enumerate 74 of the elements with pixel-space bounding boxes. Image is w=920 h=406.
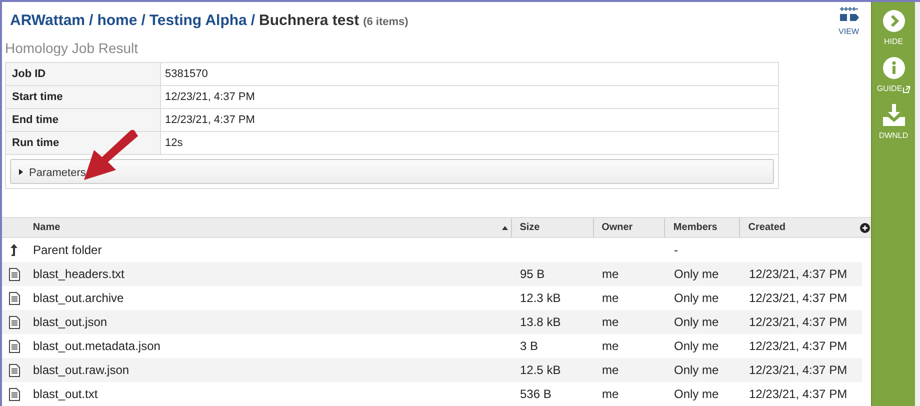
document-icon: [8, 340, 20, 352]
table-cell: 536 B: [520, 387, 552, 401]
table-cell: me: [602, 339, 619, 353]
breadcrumb-link[interactable]: home: [97, 10, 138, 32]
document-icon: [8, 388, 20, 400]
column-header[interactable]: Owner: [592, 218, 664, 237]
file-row[interactable]: blast_headers.txt 95 B me Only me 12/23/21, 4:37 PM: [2, 262, 862, 286]
table-cell: me: [602, 363, 619, 377]
document-icon: [8, 292, 20, 304]
table-cell: 13.8 kB: [520, 315, 561, 329]
column-header[interactable]: Size: [510, 218, 593, 237]
table-cell: me: [602, 315, 619, 329]
table-cell: Parent folder: [33, 243, 102, 257]
table-cell: 12/23/21, 4:37 PM: [749, 363, 848, 377]
view-toggle-icon: [838, 6, 859, 22]
job-label-cell: Job ID: [6, 63, 161, 85]
job-value-cell-text: 5381570: [164, 66, 209, 82]
info-icon: [882, 57, 904, 79]
table-cell: -: [674, 243, 678, 257]
table-cell: Only me: [674, 387, 719, 401]
table-cell: 3 B: [520, 339, 538, 353]
table-cell: blast_out.metadata.json: [33, 339, 160, 353]
section-title: Homology Job Result: [4, 39, 140, 58]
job-label-cell: Run time: [6, 132, 161, 154]
breadcrumb-current: Buchnera test: [259, 11, 360, 31]
breadcrumb-separator: /: [250, 11, 256, 31]
view-button[interactable]: VIEW: [838, 6, 859, 38]
table-cell: blast_out.archive: [33, 291, 124, 305]
add-column-icon[interactable]: [860, 222, 870, 232]
document-icon: [8, 364, 20, 376]
parameters-toggle[interactable]: Parameters: [10, 159, 774, 184]
table-cell: 12/23/21, 4:37 PM: [749, 291, 848, 305]
table-cell: blast_out.json: [33, 315, 108, 329]
job-label-cell: End time: [6, 109, 161, 131]
table-cell: Only me: [674, 363, 719, 377]
external-link-icon: [903, 86, 910, 92]
table-cell: 12/23/21, 4:37 PM: [749, 387, 848, 401]
table-cell: blast_headers.txt: [33, 267, 124, 281]
table-cell: blast_out.raw.json: [33, 363, 130, 377]
table-cell: me: [602, 291, 619, 305]
breadcrumb-separator: /: [89, 11, 94, 31]
table-cell: me: [602, 387, 619, 401]
document-icon: [8, 268, 20, 280]
annotation-arrow: [84, 128, 138, 180]
column-header[interactable]: Members: [664, 218, 740, 237]
job-value-cell-text: 12/23/21, 4:37 PM: [164, 112, 256, 128]
table-cell: Only me: [674, 315, 719, 329]
file-row[interactable]: blast_out.json 13.8 kB me Only me 12/23/21, 4:37 PM: [2, 310, 862, 334]
table-cell: me: [602, 267, 619, 281]
item-count: (6 items): [363, 15, 408, 30]
document-icon: [8, 316, 20, 328]
caret-icon: [19, 168, 24, 174]
file-row[interactable]: blast_out.raw.json 12.5 kB me Only me 12/23/21, 4:37 PM: [2, 358, 862, 382]
table-cell: 12/23/21, 4:37 PM: [749, 339, 848, 353]
job-value-cell-text: 12/23/21, 4:37 PM: [164, 90, 256, 105]
table-cell: Only me: [674, 339, 719, 353]
breadcrumb-link[interactable]: Testing Alpha: [149, 10, 247, 32]
job-label-cell: Start time: [6, 86, 161, 108]
table-cell: 12.5 kB: [520, 363, 561, 377]
chevron-circle-icon: [882, 10, 904, 32]
table-cell: 12/23/21, 4:37 PM: [749, 267, 848, 281]
table-cell: 12.3 kB: [520, 291, 561, 305]
up-arrow-icon: [10, 244, 18, 256]
table-cell: blast_out.txt: [33, 387, 98, 401]
table-cell: Only me: [674, 291, 719, 305]
download-icon: [882, 104, 906, 126]
job-value-cell-text: 12s: [164, 136, 184, 151]
column-header[interactable]: Name: [30, 218, 511, 237]
breadcrumb-separator: /: [141, 11, 146, 31]
table-cell: 95 B: [520, 267, 545, 281]
table-cell: 12/23/21, 4:37 PM: [749, 315, 848, 329]
breadcrumb-link[interactable]: ARWattam: [10, 10, 86, 32]
table-cell: Only me: [674, 267, 719, 281]
sort-ascending-icon: [502, 226, 508, 230]
